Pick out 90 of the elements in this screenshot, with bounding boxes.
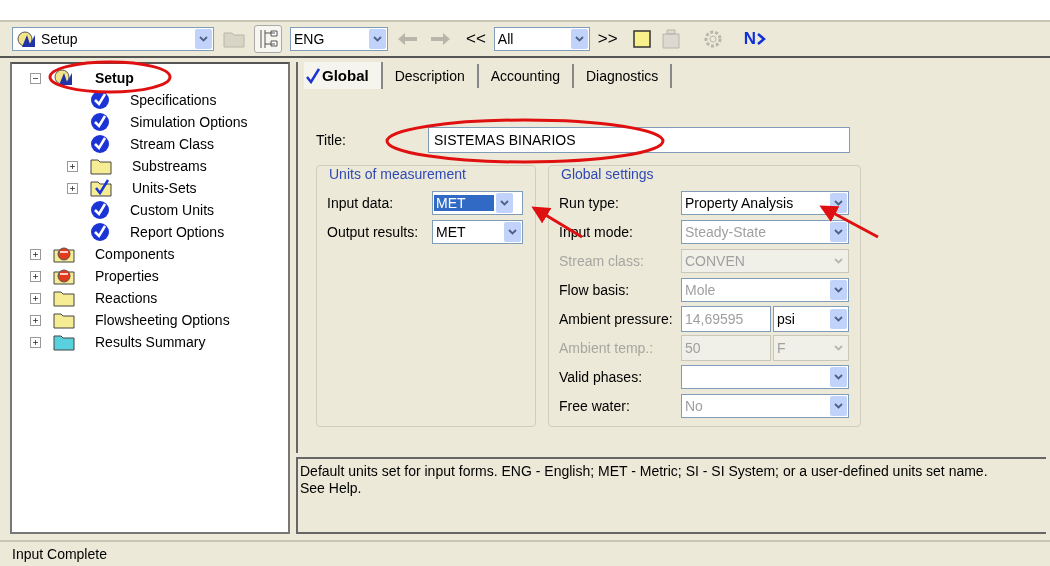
dropdown-field[interactable]: MET [432, 190, 523, 215]
dropdown-button[interactable] [195, 29, 212, 49]
expand-icon[interactable] [30, 270, 41, 282]
expand-icon[interactable] [30, 248, 41, 260]
dropdown-button[interactable] [830, 366, 847, 387]
form-selector[interactable]: Setup [12, 27, 214, 51]
dropdown-button[interactable] [504, 221, 521, 242]
expand-icon[interactable] [67, 160, 78, 172]
units-selector[interactable]: ENG [290, 27, 388, 51]
dropdown-button[interactable] [830, 279, 847, 300]
tree-item[interactable]: Setup [93, 70, 136, 86]
status-text: Input Complete [0, 540, 1050, 566]
folder-icon [90, 157, 112, 175]
tree-item[interactable]: Report Options [128, 224, 227, 240]
chevron-down-icon [500, 199, 509, 206]
tree-item[interactable]: Substreams [130, 158, 209, 174]
dropdown-field[interactable] [681, 364, 849, 389]
dropdown-button[interactable] [830, 308, 847, 329]
field-label: Stream class: [559, 252, 645, 269]
setup-icon [16, 30, 38, 48]
chevron-down-icon [834, 344, 843, 351]
check-circle-icon [90, 134, 110, 154]
dropdown-button[interactable] [830, 221, 847, 242]
tab[interactable]: Global [304, 62, 383, 89]
field-label: Title: [316, 132, 347, 148]
field-label: Output results: [327, 223, 420, 240]
chevron-down-icon [574, 36, 584, 42]
filter-selector[interactable]: All [493, 27, 590, 51]
dropdown-button[interactable] [570, 29, 588, 49]
expand-icon[interactable] [30, 314, 41, 326]
chevron-down-icon [834, 228, 843, 235]
help-text: Default units set for input forms. ENG - English; MET - Metric; SI - SI System; or a user-defined units set name. See Help. [296, 457, 1046, 534]
chevron-down-icon [834, 373, 843, 380]
tree-item[interactable]: Flowsheeting Options [93, 312, 232, 328]
tree-item[interactable]: Properties [93, 268, 161, 284]
field-label: Ambient pressure: [559, 310, 674, 327]
chevron-down-icon [834, 286, 843, 293]
tree-item[interactable]: Reactions [93, 290, 160, 306]
folder-icon [53, 311, 75, 329]
next-button[interactable]: >> [597, 29, 618, 49]
chevron-down-icon [199, 36, 208, 42]
field-label: Input data: [327, 194, 395, 211]
tree-view-button[interactable] [254, 25, 282, 53]
next-form-button[interactable]: N [743, 29, 766, 49]
dropdown-field[interactable]: Property Analysis [681, 190, 849, 215]
expand-icon[interactable] [67, 182, 78, 194]
field-label: Ambient temp.: [559, 339, 655, 356]
check-circle-icon [90, 222, 110, 242]
tree-item[interactable]: Specifications [128, 92, 219, 108]
tree-item[interactable]: Units-Sets [130, 180, 199, 196]
dropdown-button[interactable] [496, 192, 513, 213]
field-label: Flow basis: [559, 281, 631, 298]
tree-item[interactable]: Stream Class [128, 136, 217, 152]
chevron-down-icon [373, 36, 382, 42]
field-label: Free water: [559, 397, 631, 414]
expand-icon[interactable] [30, 336, 41, 348]
annotation-arrow [819, 205, 879, 239]
dropdown-field[interactable]: psi [773, 305, 849, 332]
field-label: Run type: [559, 194, 620, 211]
tree-item[interactable]: Simulation Options [128, 114, 250, 130]
expand-icon[interactable] [30, 292, 41, 304]
field-label: Valid phases: [559, 368, 643, 385]
chevron-down-icon [834, 257, 843, 264]
note-icon[interactable] [631, 29, 652, 49]
previous-button[interactable]: << [466, 29, 486, 49]
dropdown-button[interactable] [369, 29, 386, 49]
chevron-down-icon [834, 402, 843, 409]
group-heading: Units of measurement [327, 166, 468, 182]
checkmark-icon [306, 67, 320, 84]
title-field[interactable]: SISTEMAS BINARIOS [428, 127, 850, 153]
collapse-icon[interactable] [30, 72, 41, 84]
dropdown-field[interactable]: MET [432, 219, 523, 244]
folder-icon [53, 289, 75, 307]
chevron-down-icon [508, 228, 517, 235]
group-heading: Global settings [559, 166, 656, 182]
dropdown-button[interactable] [830, 395, 847, 416]
check-circle-icon [90, 112, 110, 132]
check-circle-icon [90, 200, 110, 220]
folder-check-icon [90, 179, 112, 197]
folder-icon [53, 333, 75, 351]
tree-view-icon [257, 28, 279, 50]
chevron-down-icon [834, 315, 843, 322]
check-circle-icon [90, 90, 110, 110]
flask-folder-icon [53, 267, 75, 285]
flask-folder-icon [53, 245, 75, 263]
chevron-down-icon [834, 199, 843, 206]
tree-item[interactable]: Custom Units [128, 202, 217, 218]
tree-item[interactable]: Results Summary [93, 334, 208, 350]
setup-icon [53, 68, 75, 88]
tree-item[interactable]: Components [93, 246, 177, 262]
